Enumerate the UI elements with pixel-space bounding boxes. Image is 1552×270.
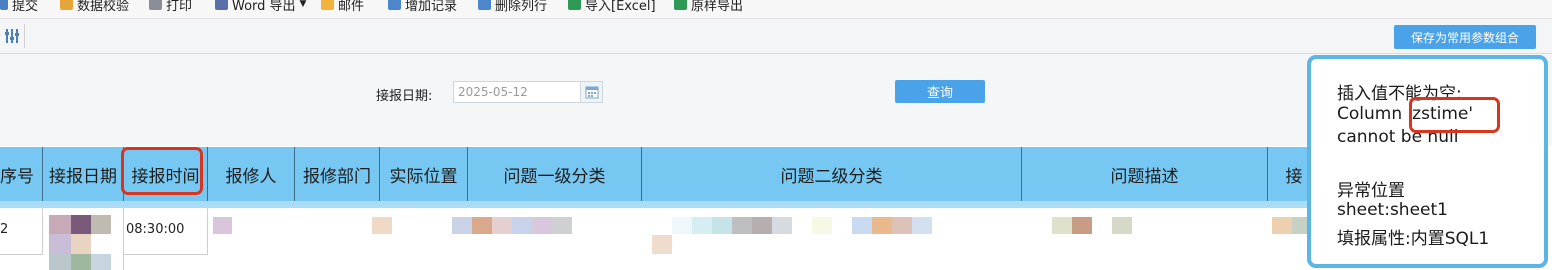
calendar-icon[interactable] <box>581 81 603 103</box>
mail-icon <box>321 0 334 10</box>
add-record-icon <box>388 0 401 10</box>
add-record-button[interactable]: 增加记录 <box>388 0 458 14</box>
pencil-icon <box>60 0 73 10</box>
popup-sheet: sheet:sheet1 <box>1337 200 1448 220</box>
header-time-highlight <box>121 147 203 195</box>
excel-icon <box>568 0 581 10</box>
date-input[interactable]: 2025-05-12 <box>453 81 581 103</box>
print-button[interactable]: 打印 <box>149 0 193 14</box>
printer-icon <box>149 0 162 10</box>
validate-button[interactable]: 数据校验 <box>60 0 130 14</box>
submit-label: 提交 <box>12 0 39 14</box>
header-reporter[interactable]: 报修人 <box>208 147 295 201</box>
column-name-highlight <box>1409 97 1500 133</box>
popup-location-title: 异常位置 <box>1337 181 1405 201</box>
submit-button[interactable]: 提交 <box>0 0 39 14</box>
header-department[interactable]: 报修部门 <box>295 147 380 201</box>
export-icon <box>674 0 687 10</box>
header-category-level1[interactable]: 问题一级分类 <box>468 147 642 201</box>
header-divider <box>0 201 1310 208</box>
word-export-label: Word 导出 <box>232 0 296 14</box>
popup-fill-attribute: 填报属性:内置SQL1 <box>1337 229 1490 249</box>
toolbar: 提交 数据校验 打印 Word 导出 ▼ 邮件 增加记录 删除列行 导入[Exc… <box>0 0 1552 19</box>
header-location[interactable]: 实际位置 <box>380 147 468 201</box>
dropdown-arrow-icon: ▼ <box>299 0 307 9</box>
table-row[interactable]: 2 08:30:00 <box>0 208 1310 270</box>
save-params-button[interactable]: 保存为常用参数组合 <box>1394 25 1536 49</box>
delete-row-icon <box>478 0 491 10</box>
validate-label: 数据校验 <box>77 0 130 14</box>
filter-sliders-icon[interactable] <box>0 24 25 48</box>
header-category-level2[interactable]: 问题二级分类 <box>642 147 1022 201</box>
mail-label: 邮件 <box>338 0 365 14</box>
cell-report-time: 08:30:00 <box>126 222 185 237</box>
query-button[interactable]: 查询 <box>895 80 985 103</box>
export-original-button[interactable]: 原样导出 <box>674 0 744 14</box>
header-report-date[interactable]: 接报日期 <box>43 147 124 201</box>
delete-row-button[interactable]: 删除列行 <box>478 0 548 14</box>
word-icon <box>215 0 228 10</box>
cell-report-date <box>43 208 124 270</box>
date-label: 接报日期: <box>376 89 433 104</box>
cell-seq: 2 <box>0 222 9 237</box>
print-label: 打印 <box>166 0 193 14</box>
header-seq[interactable]: 序号 <box>0 147 43 201</box>
delete-row-label: 删除列行 <box>495 0 548 14</box>
add-record-label: 增加记录 <box>405 0 458 14</box>
error-popup: 插入值不能为空: Column 'zstime' cannot be null … <box>1307 55 1548 268</box>
submit-icon <box>0 0 8 10</box>
import-excel-label: 导入[Excel] <box>585 0 656 14</box>
parameter-bar: 保存为常用参数组合 <box>0 19 1552 54</box>
word-export-button[interactable]: Word 导出 ▼ <box>215 0 307 14</box>
header-description[interactable]: 问题描述 <box>1022 147 1268 201</box>
mail-button[interactable]: 邮件 <box>321 0 365 14</box>
export-original-label: 原样导出 <box>691 0 744 14</box>
import-excel-button[interactable]: 导入[Excel] <box>568 0 656 14</box>
